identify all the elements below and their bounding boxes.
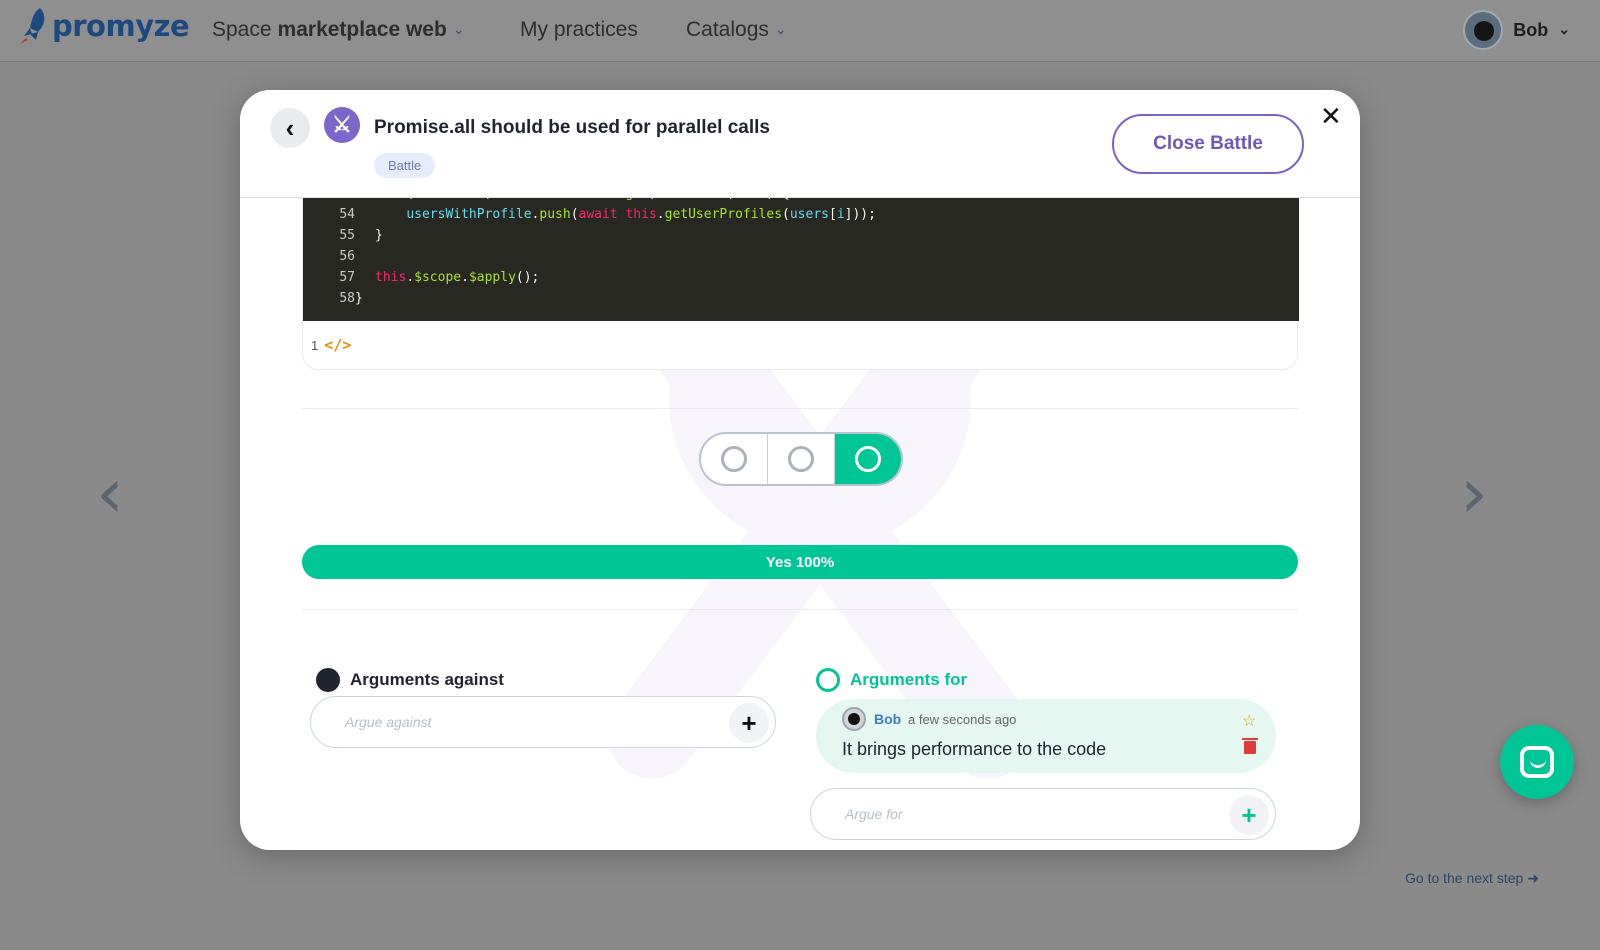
- arguments-for-header: Arguments for: [816, 668, 967, 692]
- arguments-against-header: Arguments against: [316, 668, 504, 692]
- arguments-for-title: Arguments for: [850, 670, 968, 689]
- space-name: marketplace web: [277, 18, 447, 41]
- vote-neutral-button[interactable]: [768, 434, 835, 484]
- chevron-down-icon: ⌄: [452, 20, 465, 37]
- user-circle-icon: [316, 668, 340, 692]
- argue-against-input[interactable]: Argue against +: [310, 696, 776, 748]
- trash-icon[interactable]: [1242, 738, 1258, 754]
- happy-face-icon: [855, 446, 881, 472]
- arrow-right-icon: ➜: [1527, 870, 1539, 886]
- happy-face-icon: [816, 668, 840, 692]
- code-line: 57 this.$scope.$apply();: [339, 270, 540, 285]
- chat-launcher-button[interactable]: [1500, 725, 1574, 799]
- brand-name: promyze: [52, 9, 190, 43]
- vote-result-bar: Yes 100%: [302, 545, 1298, 579]
- comment-author[interactable]: Bob: [874, 711, 901, 727]
- code-line: 55}: [339, 228, 383, 243]
- add-argument-for-button[interactable]: +: [1229, 795, 1269, 835]
- arguments-against-title: Arguments against: [350, 670, 504, 689]
- avatar: [1463, 10, 1504, 50]
- back-button[interactable]: ‹: [270, 108, 310, 148]
- user-menu[interactable]: Bob ⌄: [1463, 10, 1570, 50]
- nav-my-practices-label: My practices: [520, 18, 638, 41]
- code-block: 53for (let i = 0, iMax = users.length; i…: [303, 191, 1299, 321]
- previous-arrow-icon[interactable]: ‹: [96, 458, 124, 528]
- code-line: 56: [339, 249, 355, 264]
- vote-disagree-button[interactable]: [701, 434, 768, 484]
- modal-header: ‹ ⚔ Promise.all should be used for paral…: [240, 90, 1360, 198]
- chevron-down-icon: ⌄: [774, 20, 787, 37]
- code-line: 58}: [339, 291, 363, 306]
- next-step-label: Go to the next step: [1405, 870, 1524, 886]
- practice-title: Promise.all should be used for parallel …: [374, 117, 770, 138]
- space-selector[interactable]: Space marketplace web ⌄: [212, 18, 465, 42]
- avatar: [842, 707, 866, 731]
- nav-catalogs[interactable]: Catalogs ⌄: [686, 18, 787, 42]
- divider: [302, 408, 1298, 409]
- add-argument-against-button[interactable]: +: [729, 703, 769, 743]
- star-icon[interactable]: ☆: [1242, 711, 1256, 731]
- chat-icon: [1520, 746, 1554, 778]
- snippet-count: 1: [311, 337, 319, 353]
- close-battle-button[interactable]: Close Battle: [1112, 114, 1304, 174]
- nav-my-practices[interactable]: My practices: [520, 18, 638, 42]
- space-prefix: Space: [212, 18, 272, 41]
- user-name: Bob: [1513, 19, 1549, 40]
- battle-modal: ‹ ⚔ Promise.all should be used for paral…: [240, 90, 1360, 850]
- argue-against-placeholder: Argue against: [345, 714, 432, 730]
- code-snippet: 53for (let i = 0, iMax = users.length; i…: [302, 190, 1299, 370]
- code-icon: </>: [324, 336, 352, 354]
- argue-for-placeholder: Argue for: [845, 806, 903, 822]
- argue-for-input[interactable]: Argue for +: [810, 788, 1276, 840]
- next-arrow-icon[interactable]: ›: [1460, 458, 1488, 528]
- battle-icon: ⚔: [324, 107, 360, 143]
- vote-agree-button[interactable]: [835, 434, 901, 484]
- close-icon[interactable]: ✕: [1320, 102, 1342, 132]
- argument-comment: Bob a few seconds ago ☆ It brings perfor…: [816, 699, 1276, 773]
- comment-time: a few seconds ago: [908, 712, 1017, 727]
- code-footer[interactable]: 1 </>: [311, 336, 351, 354]
- chevron-left-icon: ‹: [285, 112, 295, 143]
- vote-selector: [699, 432, 903, 486]
- status-badge: Battle: [374, 153, 436, 178]
- next-step-link[interactable]: Go to the next step ➜: [1405, 870, 1539, 887]
- nav-catalogs-label: Catalogs: [686, 18, 769, 41]
- comment-text: It brings performance to the code: [842, 739, 1107, 759]
- code-line: 54 usersWithProfile.push(await this.getU…: [339, 207, 876, 222]
- divider: [302, 609, 1298, 610]
- neutral-face-icon: [788, 446, 814, 472]
- chevron-down-icon: ⌄: [1558, 20, 1570, 37]
- sad-face-icon: [721, 446, 747, 472]
- rocket-icon: [20, 8, 45, 44]
- top-nav: promyze Space marketplace web ⌄ My pract…: [0, 0, 1600, 62]
- brand-logo[interactable]: promyze: [18, 6, 190, 46]
- vote-result-label: Yes 100%: [765, 553, 835, 571]
